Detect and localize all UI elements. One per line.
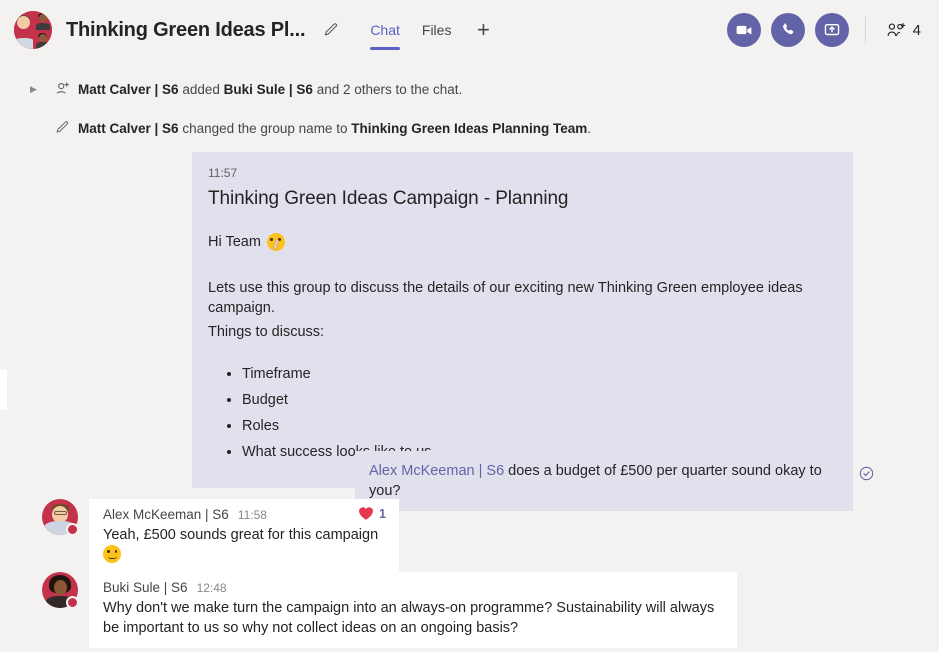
smiling-face-emoji bbox=[103, 545, 121, 563]
announcement-list-intro: Things to discuss: bbox=[208, 324, 325, 340]
announcement-greeting-line: Hi Team bbox=[208, 232, 837, 252]
tab-chat-label: Chat bbox=[370, 22, 400, 38]
edit-chat-name-button[interactable] bbox=[317, 17, 343, 43]
message-body: Yeah, £500 sounds great for this campaig… bbox=[103, 527, 379, 543]
presence-badge-busy bbox=[66, 596, 79, 609]
system-middle-text: added bbox=[178, 82, 224, 97]
teams-chat-window: Thinking Green Ideas Pl... Chat Files + bbox=[0, 0, 939, 652]
system-target-name: Thinking Green Ideas Planning Team bbox=[351, 121, 588, 136]
bullet-item: Budget bbox=[242, 390, 837, 410]
reaction-count: 1 bbox=[379, 506, 386, 521]
share-screen-button[interactable] bbox=[814, 13, 849, 47]
incoming-message-buki[interactable]: Buki Sule | S6 12:48 Why don't we make t… bbox=[42, 572, 737, 648]
tab-chat[interactable]: Chat bbox=[359, 0, 411, 60]
system-tail-text: and 2 others to the chat. bbox=[312, 82, 463, 97]
reaction-pill[interactable]: 1 bbox=[358, 506, 386, 521]
system-message-spacer bbox=[30, 118, 46, 123]
announcement-paragraph: Lets use this group to discuss the detai… bbox=[208, 280, 803, 316]
announcement-greeting: Hi Team bbox=[208, 234, 261, 250]
system-message-renamed-group: Matt Calver | S6 changed the group name … bbox=[0, 118, 939, 138]
message-text: Yeah, £500 sounds great for this campaig… bbox=[103, 525, 385, 566]
video-call-button[interactable] bbox=[726, 13, 761, 47]
group-avatar[interactable] bbox=[14, 11, 52, 49]
chat-title: Thinking Green Ideas Pl... bbox=[66, 18, 306, 41]
avatar[interactable] bbox=[42, 499, 79, 536]
avatar[interactable] bbox=[42, 572, 79, 609]
system-target-name: Buki Sule | S6 bbox=[223, 82, 313, 97]
system-message-added-members: ▶ Matt Calver | S6 added Buki Sule | S6 … bbox=[0, 79, 939, 99]
delivered-check-icon bbox=[859, 466, 874, 481]
system-tail-text: . bbox=[587, 121, 592, 136]
bullet-item: Timeframe bbox=[242, 364, 837, 384]
tab-files[interactable]: Files bbox=[411, 0, 463, 60]
outgoing-message-bubble[interactable]: Alex McKeeman | S6 does a budget of £500… bbox=[355, 451, 853, 511]
chat-header-actions: 4 bbox=[726, 13, 939, 47]
announcement-message-card[interactable]: 11:57 Thinking Green Ideas Campaign - Pl… bbox=[192, 152, 853, 488]
people-count: 4 bbox=[912, 21, 921, 39]
system-actor-name: Matt Calver | S6 bbox=[78, 121, 179, 136]
message-meta: Alex McKeeman | S6 11:58 bbox=[103, 507, 385, 522]
message-timestamp: 11:57 bbox=[208, 166, 238, 180]
scroll-indicator[interactable] bbox=[0, 370, 7, 410]
system-actor-name: Matt Calver | S6 bbox=[78, 82, 179, 97]
system-message-text: Matt Calver | S6 added Buki Sule | S6 an… bbox=[78, 79, 462, 99]
share-screen-icon bbox=[824, 23, 839, 36]
tab-files-label: Files bbox=[421, 22, 452, 38]
header-divider bbox=[864, 17, 866, 43]
system-message-text: Matt Calver | S6 changed the group name … bbox=[78, 118, 591, 138]
phone-icon bbox=[782, 23, 793, 35]
message-text: Why don't we make turn the campaign into… bbox=[103, 600, 715, 636]
pencil-icon bbox=[46, 118, 78, 136]
add-people-button[interactable]: 4 bbox=[882, 17, 925, 43]
group-avatar-member-2 bbox=[33, 11, 52, 30]
group-avatar-member-1 bbox=[14, 11, 33, 49]
add-person-icon bbox=[46, 79, 78, 98]
expand-system-message-chevron[interactable]: ▶ bbox=[30, 79, 46, 95]
chat-header-left: Thinking Green Ideas Pl... Chat Files + bbox=[0, 0, 498, 60]
bullet-item: Roles bbox=[242, 416, 837, 436]
message-bubble[interactable]: Buki Sule | S6 12:48 Why don't we make t… bbox=[89, 572, 737, 648]
chat-header: Thinking Green Ideas Pl... Chat Files + bbox=[0, 0, 939, 60]
video-camera-icon bbox=[736, 25, 752, 35]
system-middle-text: changed the group name to bbox=[178, 121, 352, 136]
announcement-bullet-list: Timeframe Budget Roles What success look… bbox=[242, 364, 837, 462]
presence-badge-busy bbox=[66, 523, 79, 536]
message-timestamp: 12:48 bbox=[196, 581, 227, 595]
message-list[interactable]: ▶ Matt Calver | S6 added Buki Sule | S6 … bbox=[0, 60, 939, 652]
message-bubble[interactable]: Alex McKeeman | S6 11:58 Yeah, £500 soun… bbox=[89, 499, 399, 576]
group-avatar-member-3 bbox=[33, 30, 52, 49]
add-tab-label: + bbox=[477, 17, 490, 42]
add-tab-button[interactable]: + bbox=[468, 15, 498, 45]
outgoing-message-text: Alex McKeeman | S6 does a budget of £500… bbox=[369, 461, 839, 501]
announcement-title: Thinking Green Ideas Campaign - Planning bbox=[208, 188, 569, 209]
sender-name: Buki Sule | S6 bbox=[103, 580, 188, 595]
add-people-icon bbox=[887, 23, 905, 36]
incoming-message-alex[interactable]: Alex McKeeman | S6 11:58 Yeah, £500 soun… bbox=[42, 499, 399, 576]
heart-icon bbox=[359, 507, 373, 520]
message-meta: Buki Sule | S6 12:48 bbox=[103, 580, 723, 595]
audio-call-button[interactable] bbox=[770, 13, 805, 47]
mention-chip[interactable]: Alex McKeeman | S6 bbox=[369, 463, 504, 479]
message-timestamp: 11:58 bbox=[237, 508, 267, 522]
chat-tabs: Chat Files + bbox=[359, 0, 498, 60]
sender-name: Alex McKeeman | S6 bbox=[103, 507, 229, 522]
shushing-face-emoji bbox=[266, 233, 285, 251]
pencil-icon bbox=[324, 22, 337, 35]
